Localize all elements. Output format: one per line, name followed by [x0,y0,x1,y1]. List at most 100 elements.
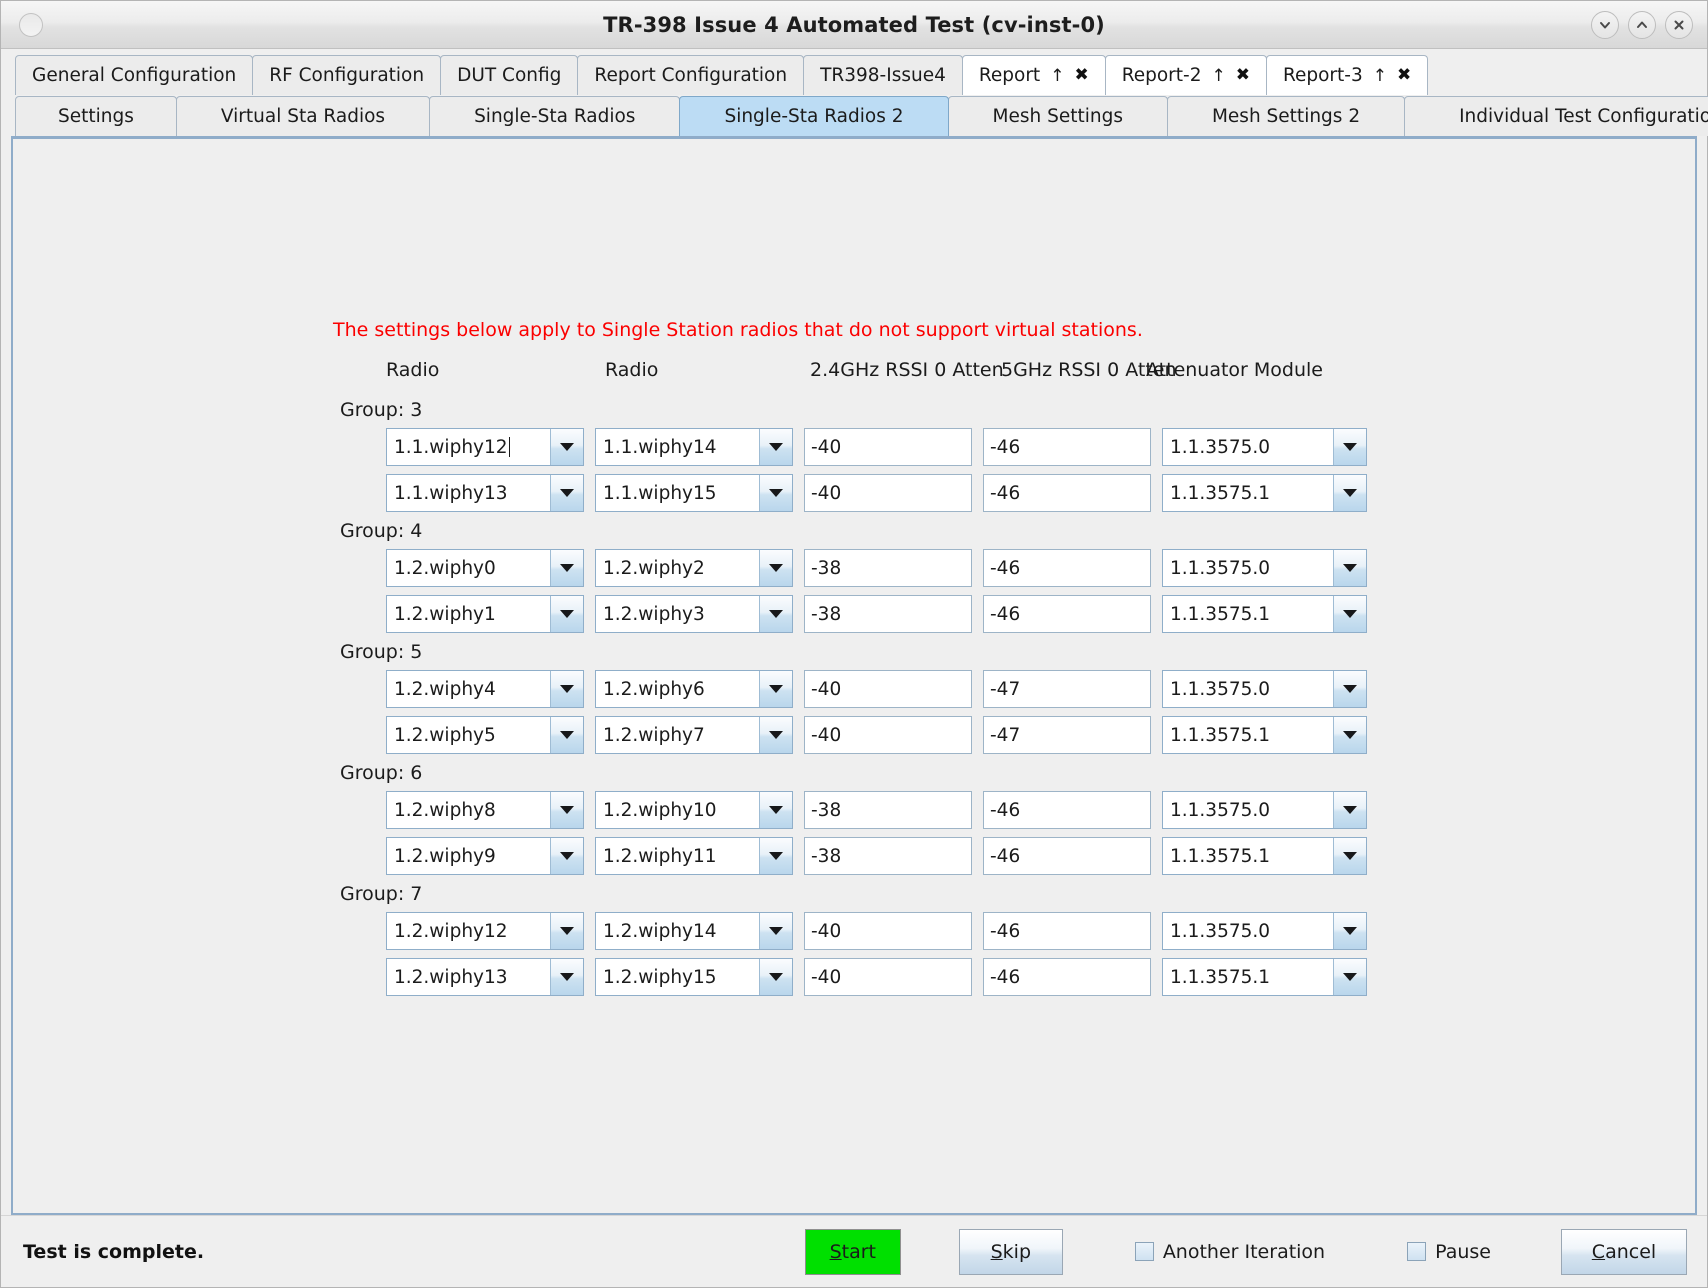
radio-2-select[interactable]: 1.2.wiphy2 [595,549,793,587]
tab-mesh-settings-2[interactable]: Mesh Settings 2 [1166,96,1406,136]
chevron-down-icon[interactable] [1333,959,1366,995]
tab-tr398-issue4[interactable]: TR398-Issue4 [803,55,963,95]
rssi-5ghz-input[interactable]: -46 [983,595,1151,633]
radio-1-select[interactable]: 1.1.wiphy12 [386,428,584,466]
radio-2-select[interactable]: 1.1.wiphy15 [595,474,793,512]
chevron-down-icon[interactable] [550,671,583,707]
radio-1-select[interactable]: 1.2.wiphy4 [386,670,584,708]
chevron-down-icon[interactable] [759,959,792,995]
tab-rf-configuration[interactable]: RF Configuration [252,55,442,95]
pause-checkbox[interactable] [1407,1242,1427,1261]
tab-single-sta-radios-2[interactable]: Single-Sta Radios 2 [679,96,949,136]
chevron-down-icon[interactable] [759,596,792,632]
chevron-down-icon[interactable] [550,913,583,949]
chevron-down-icon[interactable] [759,671,792,707]
close-icon[interactable]: ✖ [1397,67,1411,84]
radio-1-select[interactable]: 1.2.wiphy9 [386,837,584,875]
pause-checkbox-item[interactable]: Pause [1407,1241,1491,1263]
rssi-5ghz-input[interactable]: -46 [983,474,1151,512]
radio-2-select[interactable]: 1.2.wiphy7 [595,716,793,754]
chevron-down-icon[interactable] [550,596,583,632]
radio-1-select[interactable]: 1.2.wiphy0 [386,549,584,587]
chevron-down-icon[interactable] [1333,792,1366,828]
chevron-down-icon[interactable] [759,475,792,511]
chevron-down-icon[interactable] [759,429,792,465]
arrow-up-icon[interactable]: ↑ [1211,66,1225,86]
radio-2-select[interactable]: 1.2.wiphy14 [595,912,793,950]
chevron-down-icon[interactable] [550,792,583,828]
tab-single-sta-radios[interactable]: Single-Sta Radios [429,96,681,136]
rssi-5ghz-input[interactable]: -47 [983,670,1151,708]
tab-report-3[interactable]: Report-3 ↑ ✖ [1265,55,1429,95]
another-iteration-checkbox[interactable] [1134,1242,1154,1261]
radio-2-select[interactable]: 1.2.wiphy10 [595,791,793,829]
radio-1-select[interactable]: 1.2.wiphy12 [386,912,584,950]
rssi-24ghz-input[interactable]: -40 [804,670,972,708]
skip-button[interactable]: Skip [958,1228,1063,1275]
radio-1-select[interactable]: 1.2.wiphy5 [386,716,584,754]
tab-individual-test-configuration[interactable]: Individual Test Configuration [1404,96,1708,136]
close-button[interactable] [1665,11,1693,39]
radio-2-select[interactable]: 1.2.wiphy6 [595,670,793,708]
radio-1-select[interactable]: 1.2.wiphy1 [386,595,584,633]
chevron-down-icon[interactable] [1333,429,1366,465]
another-iteration-checkbox-item[interactable]: Another Iteration [1134,1241,1325,1263]
radio-2-select[interactable]: 1.2.wiphy3 [595,595,793,633]
radio-1-select[interactable]: 1.1.wiphy13 [386,474,584,512]
chevron-down-icon[interactable] [759,838,792,874]
close-icon[interactable]: ✖ [1074,67,1088,84]
window-menu-icon[interactable] [19,13,43,37]
tab-report-configuration[interactable]: Report Configuration [577,55,805,95]
rssi-24ghz-input[interactable]: -40 [804,958,972,996]
chevron-down-icon[interactable] [759,717,792,753]
chevron-down-icon[interactable] [550,550,583,586]
rssi-5ghz-input[interactable]: -46 [983,428,1151,466]
tab-general-configuration[interactable]: General Configuration [15,55,254,95]
tab-virtual-sta-radios[interactable]: Virtual Sta Radios [175,96,431,136]
chevron-down-icon[interactable] [759,550,792,586]
rssi-24ghz-input[interactable]: -38 [804,791,972,829]
attenuator-module-select[interactable]: 1.1.3575.0 [1162,549,1367,587]
rssi-24ghz-input[interactable]: -40 [804,474,972,512]
rssi-24ghz-input[interactable]: -38 [804,837,972,875]
attenuator-module-select[interactable]: 1.1.3575.0 [1162,428,1367,466]
rssi-5ghz-input[interactable]: -46 [983,958,1151,996]
attenuator-module-select[interactable]: 1.1.3575.1 [1162,716,1367,754]
tab-report-2[interactable]: Report-2 ↑ ✖ [1104,55,1267,95]
attenuator-module-select[interactable]: 1.1.3575.1 [1162,474,1367,512]
rssi-5ghz-input[interactable]: -46 [983,837,1151,875]
rssi-24ghz-input[interactable]: -38 [804,549,972,587]
chevron-down-icon[interactable] [550,429,583,465]
chevron-down-icon[interactable] [550,717,583,753]
rssi-24ghz-input[interactable]: -38 [804,595,972,633]
chevron-down-icon[interactable] [550,838,583,874]
chevron-down-icon[interactable] [1333,838,1366,874]
attenuator-module-select[interactable]: 1.1.3575.0 [1162,912,1367,950]
minimize-button[interactable] [1591,11,1619,39]
chevron-down-icon[interactable] [550,475,583,511]
chevron-down-icon[interactable] [1333,671,1366,707]
attenuator-module-select[interactable]: 1.1.3575.1 [1162,837,1367,875]
chevron-down-icon[interactable] [1333,550,1366,586]
chevron-down-icon[interactable] [759,913,792,949]
cancel-button[interactable]: Cancel [1561,1228,1687,1275]
chevron-down-icon[interactable] [1333,717,1366,753]
radio-2-select[interactable]: 1.2.wiphy15 [595,958,793,996]
rssi-24ghz-input[interactable]: -40 [804,716,972,754]
chevron-down-icon[interactable] [1333,913,1366,949]
arrow-up-icon[interactable]: ↑ [1373,66,1387,86]
chevron-down-icon[interactable] [1333,596,1366,632]
radio-1-select[interactable]: 1.2.wiphy8 [386,791,584,829]
rssi-5ghz-input[interactable]: -47 [983,716,1151,754]
tab-report[interactable]: Report ↑ ✖ [961,55,1106,95]
rssi-24ghz-input[interactable]: -40 [804,428,972,466]
maximize-button[interactable] [1628,11,1656,39]
tab-mesh-settings[interactable]: Mesh Settings [947,96,1168,136]
chevron-down-icon[interactable] [1333,475,1366,511]
rssi-5ghz-input[interactable]: -46 [983,912,1151,950]
rssi-5ghz-input[interactable]: -46 [983,791,1151,829]
chevron-down-icon[interactable] [759,792,792,828]
chevron-down-icon[interactable] [550,959,583,995]
attenuator-module-select[interactable]: 1.1.3575.0 [1162,791,1367,829]
close-icon[interactable]: ✖ [1236,67,1250,84]
